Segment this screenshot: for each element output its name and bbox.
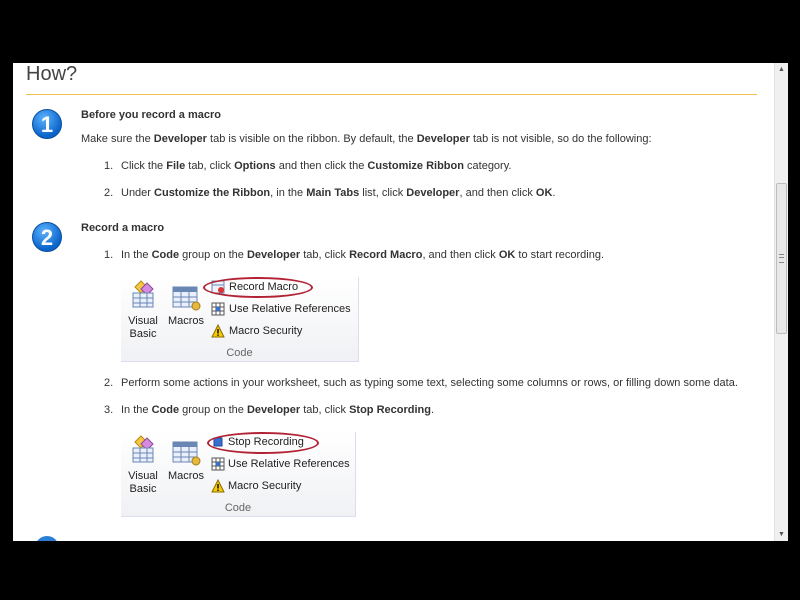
list-item: In the Code group on the Developer tab, … — [121, 249, 604, 261]
text-part: group on the — [179, 249, 247, 261]
text-part: group on the — [179, 404, 247, 416]
text-part: tab, click — [300, 249, 350, 261]
macro-security-button[interactable]: Macro Security — [229, 325, 302, 337]
text-part: Customize Ribbon — [367, 160, 464, 172]
relative-references-icon — [211, 457, 225, 471]
text-part: Developer — [406, 187, 460, 199]
text-part: OK — [535, 187, 553, 199]
vertical-scrollbar[interactable]: ▲ ▼ — [774, 63, 788, 541]
text-part: tab is visible on the ribbon. By default… — [206, 133, 417, 145]
text-part: tab is not visible, so do the following: — [469, 133, 652, 145]
text-part: category. — [463, 160, 512, 172]
warning-icon — [211, 324, 225, 338]
macros-icon — [172, 286, 201, 311]
text-part: . — [430, 404, 435, 416]
text-part: . — [552, 187, 556, 199]
text-part: In the — [121, 404, 152, 416]
visual-basic-icon — [132, 435, 154, 463]
title-rule — [26, 94, 757, 95]
macro-security-button[interactable]: Macro Security — [228, 480, 301, 492]
use-relative-references-button[interactable]: Use Relative References — [229, 303, 351, 315]
text-part: Developer — [416, 133, 470, 145]
text-part: Customize the Ribbon — [154, 187, 271, 199]
text-part: Record Macro — [349, 249, 423, 261]
text-part: Click the — [121, 160, 167, 172]
list-number: 1. — [104, 160, 114, 172]
text-part: and then click the — [275, 160, 368, 172]
step-1-badge: 1 — [32, 109, 62, 139]
step-2-title: Record a macro — [81, 222, 165, 234]
text-part: Code — [151, 249, 180, 261]
text-part: In the — [121, 249, 152, 261]
macros-label[interactable]: Macros — [165, 470, 207, 483]
visual-basic-icon — [132, 280, 154, 308]
text-part: list, click — [359, 187, 407, 199]
ribbon-code-group-stop: Visual Basic Macros Stop Recording Use R… — [121, 432, 356, 517]
ribbon-group-label: Code — [226, 347, 253, 359]
list-number: 2. — [104, 377, 114, 389]
visual-basic-label[interactable]: Visual Basic — [123, 315, 163, 341]
text-part: , and then click — [459, 187, 536, 199]
step-1-title: Before you record a macro — [81, 109, 221, 121]
help-page: How? 1 Before you record a macro Make su… — [13, 63, 774, 541]
ribbon-code-group-record: Visual Basic Macros Record Macro Use Rel… — [121, 277, 359, 362]
ribbon-group-label: Code — [224, 502, 252, 514]
highlight-oval — [207, 432, 319, 454]
text-part: Developer — [246, 404, 301, 416]
text-part: tab, click — [300, 404, 350, 416]
list-item: Perform some actions in your worksheet, … — [121, 377, 738, 389]
text-part: Developer — [153, 133, 207, 145]
text-part: Code — [151, 404, 180, 416]
text-part: OK — [498, 249, 516, 261]
text-part: File — [166, 160, 186, 172]
scrollbar-thumb[interactable] — [776, 183, 787, 334]
grip-icon — [779, 254, 784, 263]
page-title: How? — [26, 63, 78, 85]
list-item: Under Customize the Ribbon, in the Main … — [121, 187, 555, 199]
scroll-down-icon[interactable]: ▼ — [775, 528, 788, 541]
step-1-intro: Make sure the Developer tab is visible o… — [81, 133, 652, 145]
text-part: Perform some actions in your worksheet, … — [121, 377, 738, 389]
text-part: Under — [121, 187, 155, 199]
text-part: Stop Recording — [349, 404, 431, 416]
text-part: , and then click — [422, 249, 499, 261]
list-number: 2. — [104, 187, 114, 199]
scroll-up-icon[interactable]: ▲ — [775, 63, 788, 76]
text-part: to start recording. — [515, 249, 605, 261]
text-part: , in the — [270, 187, 307, 199]
list-number: 3. — [104, 404, 114, 416]
relative-references-icon — [211, 302, 225, 316]
text-part: tab, click — [185, 160, 235, 172]
use-relative-references-button[interactable]: Use Relative References — [228, 458, 350, 470]
macros-label[interactable]: Macros — [165, 315, 207, 328]
list-number: 1. — [104, 249, 114, 261]
text-part: Developer — [246, 249, 301, 261]
visual-basic-label[interactable]: Visual Basic — [123, 470, 163, 496]
highlight-oval — [203, 277, 313, 298]
list-item: In the Code group on the Developer tab, … — [121, 404, 434, 416]
warning-icon — [211, 479, 225, 493]
macros-icon — [172, 441, 201, 466]
text-part: Options — [234, 160, 276, 172]
list-item: Click the File tab, click Options and th… — [121, 160, 511, 172]
text-part: Make sure the — [81, 133, 154, 145]
text-part: Main Tabs — [306, 187, 360, 199]
step-2-badge: 2 — [32, 222, 62, 252]
step-3-badge — [35, 536, 59, 541]
